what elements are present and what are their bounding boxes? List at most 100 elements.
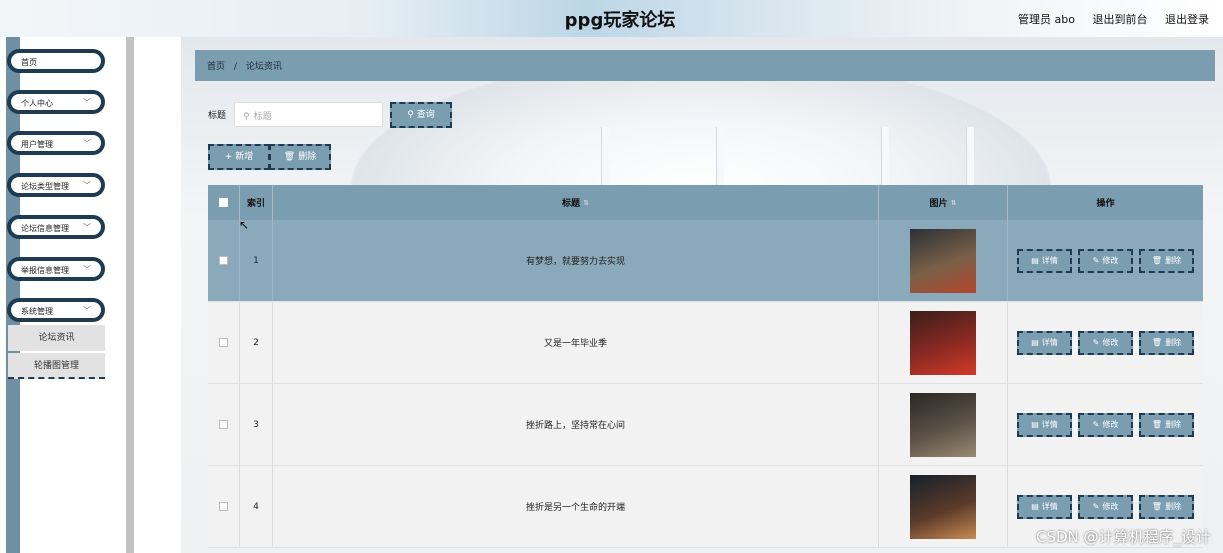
delete-label: 删除 bbox=[1165, 420, 1182, 429]
row-index-cell: 2 bbox=[240, 302, 273, 383]
site-title: ppg玩家论坛 bbox=[564, 10, 676, 31]
document-icon: ▤ bbox=[1031, 256, 1039, 265]
edit-button[interactable]: ✎ 修改 bbox=[1078, 248, 1133, 273]
search-icon: ⚲ bbox=[243, 112, 250, 122]
chevron-down-icon: ﹀ bbox=[83, 306, 91, 315]
table-row[interactable]: 1 有梦想，就要努力去实现 ▤ 详情 ✎ 修改 🗑 删除 bbox=[208, 220, 1203, 302]
row-checkbox-cell bbox=[208, 466, 240, 547]
delete-button[interactable]: 🗑 删除 bbox=[1139, 494, 1194, 519]
select-all-checkbox[interactable] bbox=[219, 198, 228, 207]
sidebar-item-forum-info[interactable]: 论坛信息管理 ﹀ bbox=[7, 215, 105, 239]
search-label: 标题 bbox=[208, 111, 227, 121]
poster-image[interactable] bbox=[910, 310, 976, 375]
row-image-cell bbox=[879, 384, 1008, 465]
sidebar-item-home[interactable]: 首页 bbox=[7, 49, 105, 73]
detail-button[interactable]: ▤ 详情 bbox=[1017, 330, 1072, 355]
batch-delete-button[interactable]: 🗑 删除 bbox=[269, 144, 331, 170]
admin-username: 管理员 abo bbox=[1018, 13, 1075, 26]
sidebar-item-label: 论坛信息管理 bbox=[21, 224, 69, 233]
header-links: 管理员 abo 退出到前台 退出登录 bbox=[1018, 11, 1209, 27]
edit-button[interactable]: ✎ 修改 bbox=[1078, 494, 1133, 519]
detail-label: 详情 bbox=[1041, 420, 1058, 429]
sidebar-item-personal-center[interactable]: 个人中心 ﹀ bbox=[7, 90, 105, 114]
document-icon: ▤ bbox=[1031, 338, 1039, 347]
sidebar-divider bbox=[126, 37, 134, 553]
row-image-cell bbox=[879, 466, 1008, 547]
delete-button[interactable]: 🗑 删除 bbox=[1139, 248, 1194, 273]
row-actions-cell: ▤ 详情 ✎ 修改 🗑 删除 bbox=[1008, 384, 1203, 465]
edit-button[interactable]: ✎ 修改 bbox=[1078, 330, 1133, 355]
pencil-icon: ✎ bbox=[1092, 420, 1100, 429]
row-title-cell: 又是一年毕业季 bbox=[273, 302, 879, 383]
detail-button[interactable]: ▤ 详情 bbox=[1017, 412, 1072, 437]
row-title: 又是一年毕业季 bbox=[543, 339, 607, 349]
search-input[interactable]: ⚲ 标题 bbox=[234, 102, 383, 127]
sidebar-subitem-carousel[interactable]: 轮播图管理 bbox=[8, 353, 105, 379]
row-title-cell: 挫折路上，坚持常在心间 bbox=[273, 384, 879, 465]
sidebar-item-user-management[interactable]: 用户管理 ﹀ bbox=[7, 131, 105, 155]
sidebar-item-system[interactable]: 系统管理 ﹀ bbox=[7, 298, 105, 322]
sidebar-item-report-info[interactable]: 举报信息管理 ﹀ bbox=[7, 257, 105, 281]
back-to-front-link[interactable]: 退出到前台 bbox=[1093, 13, 1148, 26]
add-button[interactable]: + 新增 bbox=[208, 144, 270, 170]
batch-delete-label: 删除 bbox=[298, 152, 317, 162]
delete-button[interactable]: 🗑 删除 bbox=[1139, 412, 1194, 437]
poster-image[interactable] bbox=[910, 474, 976, 539]
row-checkbox-cell bbox=[208, 384, 240, 465]
poster-image[interactable] bbox=[910, 228, 976, 293]
edit-label: 修改 bbox=[1102, 420, 1119, 429]
detail-button[interactable]: ▤ 详情 bbox=[1017, 494, 1072, 519]
header-title[interactable]: 标题 ⇅ bbox=[273, 185, 879, 220]
edit-button[interactable]: ✎ 修改 bbox=[1078, 412, 1133, 437]
row-checkbox[interactable] bbox=[219, 338, 228, 347]
poster-image[interactable] bbox=[910, 392, 976, 457]
breadcrumb: 首页 / 论坛资讯 bbox=[195, 50, 1215, 81]
document-icon: ▤ bbox=[1031, 420, 1039, 429]
breadcrumb-home[interactable]: 首页 bbox=[207, 62, 225, 72]
breadcrumb-separator: / bbox=[233, 62, 237, 72]
add-button-label: 新增 bbox=[235, 152, 254, 162]
table-row[interactable]: 3 挫折路上，坚持常在心间 ▤ 详情 ✎ 修改 🗑 删除 bbox=[208, 384, 1203, 466]
header-index: 索引 bbox=[240, 185, 273, 220]
search-button-label: 查询 bbox=[416, 110, 435, 120]
detail-button[interactable]: ▤ 详情 bbox=[1017, 248, 1072, 273]
row-title: 有梦想，就要努力去实现 bbox=[525, 257, 625, 267]
row-checkbox[interactable] bbox=[219, 502, 228, 511]
delete-label: 删除 bbox=[1165, 502, 1182, 511]
detail-label: 详情 bbox=[1041, 256, 1058, 265]
row-index: 2 bbox=[253, 337, 259, 348]
logout-link[interactable]: 退出登录 bbox=[1165, 13, 1209, 26]
table-row[interactable]: 2 又是一年毕业季 ▤ 详情 ✎ 修改 🗑 删除 bbox=[208, 302, 1203, 384]
row-index: 3 bbox=[253, 419, 259, 430]
row-checkbox[interactable] bbox=[219, 420, 228, 429]
edit-label: 修改 bbox=[1102, 502, 1119, 511]
sidebar-item-label: 举报信息管理 bbox=[21, 266, 69, 275]
search-icon: ⚲ bbox=[407, 110, 414, 120]
header-image[interactable]: 图片 ⇅ bbox=[879, 185, 1008, 220]
row-checkbox[interactable] bbox=[219, 256, 228, 265]
chevron-down-icon: ﹀ bbox=[83, 265, 91, 274]
watermark: CSDN @计算机程序_设计 bbox=[1035, 528, 1211, 546]
sidebar-item-forum-type[interactable]: 论坛类型管理 ﹀ bbox=[7, 173, 105, 197]
sort-icon[interactable]: ⇅ bbox=[951, 199, 957, 207]
header-index-label: 索引 bbox=[246, 199, 265, 209]
header-image-label: 图片 bbox=[929, 199, 948, 209]
sidebar-item-label: 论坛类型管理 bbox=[21, 182, 69, 191]
sort-icon[interactable]: ⇅ bbox=[583, 199, 589, 207]
plus-icon: + bbox=[224, 152, 233, 162]
row-checkbox-cell bbox=[208, 220, 240, 301]
search-button[interactable]: ⚲ 查询 bbox=[390, 102, 452, 128]
sidebar-item-label: 个人中心 bbox=[21, 99, 53, 108]
sidebar bbox=[0, 37, 138, 553]
header-actions: 操作 bbox=[1008, 185, 1203, 220]
chevron-down-icon: ﹀ bbox=[83, 223, 91, 232]
row-title-cell: 挫折是另一个生命的开端 bbox=[273, 466, 879, 547]
sidebar-subitem-forum-news[interactable]: 论坛资讯 bbox=[8, 325, 105, 351]
delete-button[interactable]: 🗑 删除 bbox=[1139, 330, 1194, 355]
row-index-cell: 1 bbox=[240, 220, 273, 301]
pencil-icon: ✎ bbox=[1092, 256, 1100, 265]
row-image-cell bbox=[879, 302, 1008, 383]
pencil-icon: ✎ bbox=[1092, 502, 1100, 511]
trash-icon: 🗑 bbox=[283, 152, 296, 162]
row-index-cell: 4 bbox=[240, 466, 273, 547]
